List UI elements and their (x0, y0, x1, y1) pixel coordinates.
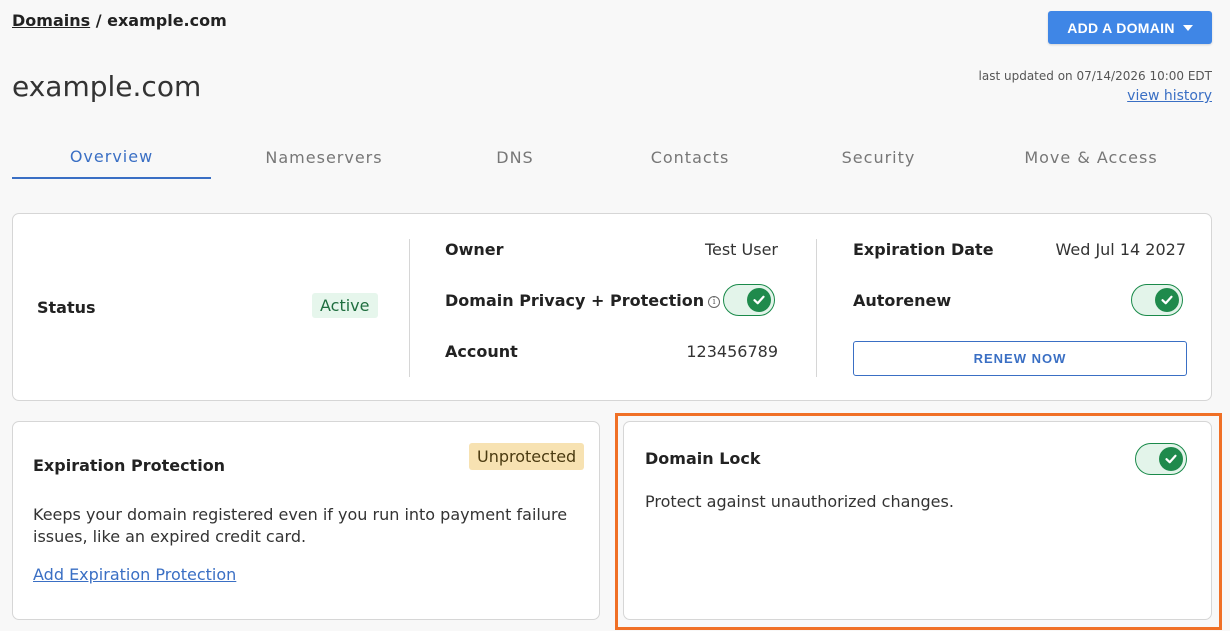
autorenew-label: Autorenew (853, 291, 952, 310)
tab-security[interactable]: Security (787, 136, 970, 179)
check-icon (1155, 288, 1179, 312)
expiration-protection-title: Expiration Protection (33, 456, 226, 475)
column-divider (816, 239, 817, 377)
page-title: example.com (12, 70, 202, 103)
owner-value: Test User (704, 240, 778, 259)
breadcrumb-domains-link[interactable]: Domains (12, 11, 90, 30)
info-icon[interactable]: i (708, 296, 721, 308)
expiration-date-value: Wed Jul 14 2027 (1055, 240, 1186, 259)
expiration-protection-description: Keeps your domain registered even if you… (33, 504, 567, 548)
owner-label: Owner (445, 240, 504, 259)
last-updated-text: last updated on 07/14/2026 10:00 EDT (978, 69, 1212, 83)
check-icon (747, 288, 771, 312)
status-card: Status Active Owner Test User Domain Pri… (12, 213, 1212, 401)
tab-move-access[interactable]: Move & Access (970, 136, 1212, 179)
view-history-link[interactable]: view history (1127, 88, 1212, 104)
column-divider (409, 239, 410, 377)
privacy-toggle[interactable] (723, 284, 775, 316)
description-line: issues, like an expired credit card. (33, 527, 307, 546)
breadcrumb-current: example.com (107, 11, 227, 30)
account-value: 123456789 (686, 342, 778, 361)
tab-overview[interactable]: Overview (12, 136, 211, 179)
tab-contacts[interactable]: Contacts (593, 136, 787, 179)
domain-lock-title: Domain Lock (645, 449, 761, 468)
status-badge: Active (312, 293, 378, 318)
caret-down-icon (1182, 24, 1193, 31)
unprotected-badge: Unprotected (469, 443, 585, 470)
expiration-date-label: Expiration Date (853, 240, 994, 259)
domain-lock-card: Domain Lock Protect against unauthorized… (623, 421, 1212, 620)
status-label: Status (37, 298, 96, 317)
expiration-protection-card: Expiration Protection Unprotected Keeps … (12, 421, 600, 620)
breadcrumb: Domains / example.com (12, 11, 227, 30)
autorenew-toggle[interactable] (1131, 284, 1183, 316)
domain-tabs: Overview Nameservers DNS Contacts Securi… (12, 136, 1212, 179)
renew-now-button[interactable]: RENEW NOW (853, 341, 1187, 376)
add-domain-label: ADD A DOMAIN (1067, 19, 1175, 36)
privacy-label: Domain Privacy + Protection i (445, 291, 721, 310)
account-label: Account (445, 342, 518, 361)
domain-lock-description: Protect against unauthorized changes. (645, 492, 954, 511)
domain-lock-toggle[interactable] (1135, 443, 1187, 475)
add-expiration-protection-link[interactable]: Add Expiration Protection (33, 565, 236, 584)
privacy-label-text: Domain Privacy + Protection (445, 291, 705, 310)
tab-nameservers[interactable]: Nameservers (211, 136, 437, 179)
breadcrumb-separator: / (90, 11, 108, 30)
description-line: Keeps your domain registered even if you… (33, 505, 568, 524)
tab-dns[interactable]: DNS (437, 136, 593, 179)
check-icon (1159, 447, 1183, 471)
add-domain-button[interactable]: ADD A DOMAIN (1048, 11, 1212, 44)
